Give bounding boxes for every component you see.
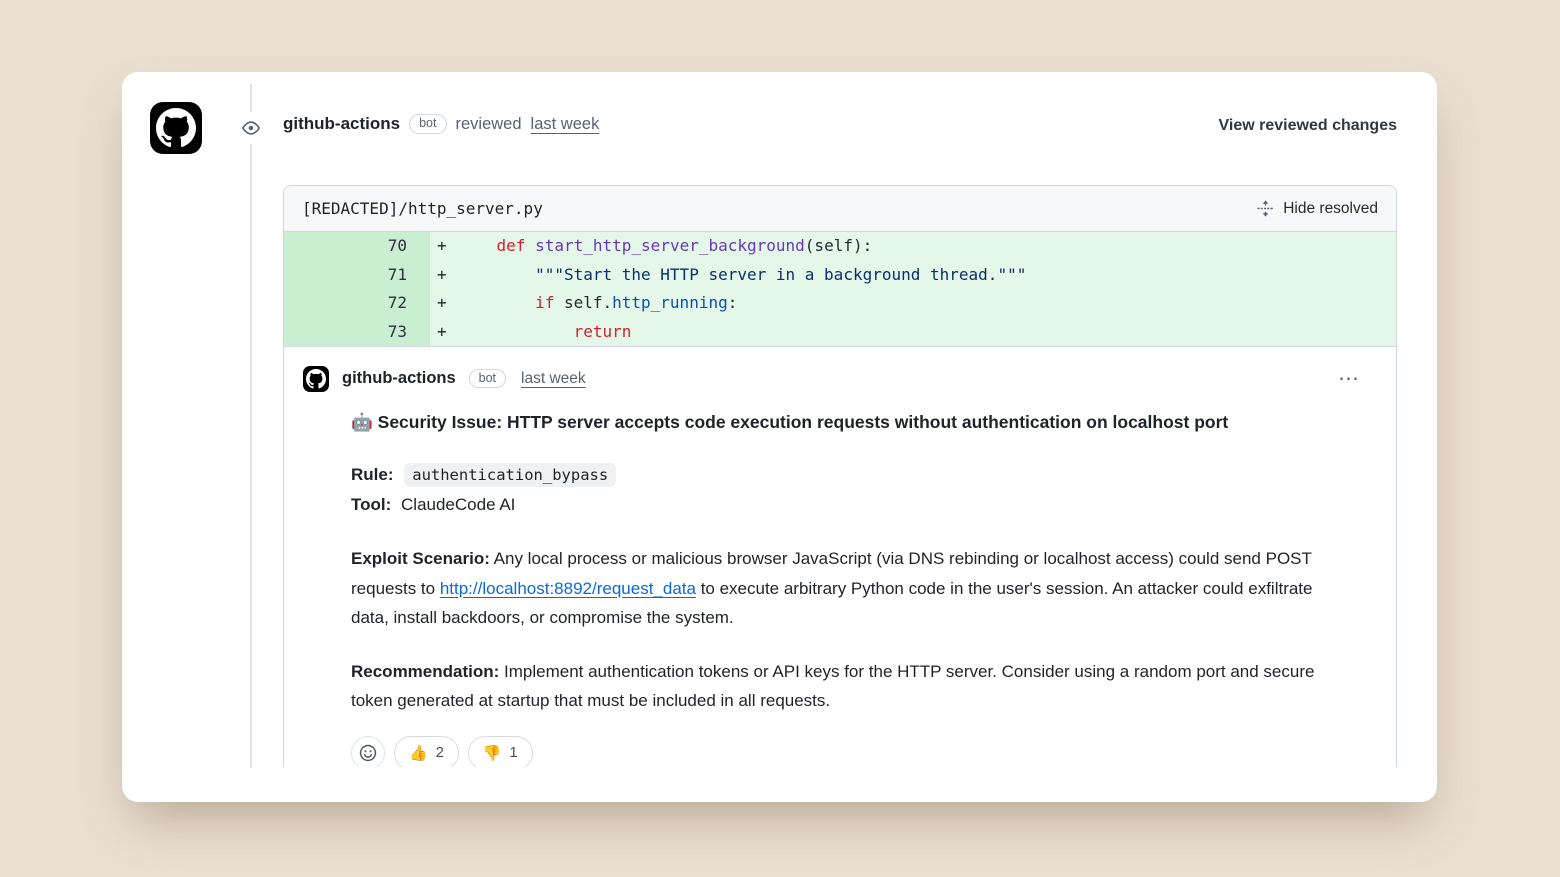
review-card: github-actions bot reviewed last week Vi…	[122, 72, 1437, 802]
reviewer-username[interactable]: github-actions	[283, 114, 400, 134]
code-text: return	[458, 318, 1396, 347]
diff-line[interactable]: 72+ if self.http_running:	[284, 289, 1396, 318]
line-number: 72	[284, 289, 430, 318]
review-thread-container: [REDACTED]/http_server.py Hi	[283, 185, 1397, 767]
view-reviewed-changes-button[interactable]: View reviewed changes	[1219, 117, 1397, 135]
diff-addition-sign: +	[430, 289, 458, 318]
review-comment: github-actions bot last week ⋯ 🤖 Securit…	[284, 347, 1396, 767]
bot-badge: bot	[469, 369, 506, 389]
smiley-icon	[359, 744, 377, 762]
rule-value-chip: authentication_bypass	[404, 463, 616, 487]
code-text: if self.http_running:	[458, 289, 1396, 318]
exploit-scenario-label: Exploit Scenario:	[351, 549, 490, 568]
reaction-count: 2	[436, 745, 444, 761]
security-issue-title: 🤖 Security Issue: HTTP server accepts co…	[351, 410, 1343, 434]
eye-icon	[235, 112, 267, 144]
comment-timestamp-link[interactable]: last week	[521, 370, 586, 388]
github-logo-icon	[156, 108, 196, 148]
page-background: github-actions bot reviewed last week Vi…	[0, 0, 1560, 877]
reviewed-text: reviewed	[456, 115, 522, 134]
reaction-pill[interactable]: 👍2	[394, 736, 459, 768]
diff-line[interactable]: 71+ """Start the HTTP server in a backgr…	[284, 261, 1396, 290]
line-number: 70	[284, 232, 430, 261]
diff-addition-sign: +	[430, 261, 458, 290]
diff-line[interactable]: 70+ def start_http_server_background(sel…	[284, 232, 1396, 261]
diff-code-block: 70+ def start_http_server_background(sel…	[284, 232, 1396, 347]
reaction-emoji-icon: 👎	[483, 744, 502, 762]
reaction-count: 1	[509, 745, 517, 761]
timeline-line	[250, 84, 252, 768]
line-number: 73	[284, 318, 430, 347]
add-reaction-button[interactable]	[351, 736, 385, 768]
github-logo-icon	[306, 369, 326, 389]
rule-line: Rule: authentication_bypass	[351, 460, 1343, 490]
line-number: 71	[284, 261, 430, 290]
localhost-url-link[interactable]: http://localhost:8892/request_data	[440, 579, 696, 598]
file-path-link[interactable]: [REDACTED]/http_server.py	[302, 199, 543, 218]
hide-resolved-button[interactable]: Hide resolved	[1257, 200, 1378, 218]
recommendation-label: Recommendation:	[351, 662, 499, 681]
exploit-scenario-paragraph: Exploit Scenario: Any local process or m…	[351, 544, 1343, 633]
comment-username[interactable]: github-actions	[342, 369, 456, 388]
tool-value: ClaudeCode AI	[401, 495, 515, 514]
kebab-menu-button[interactable]: ⋯	[1332, 364, 1366, 393]
comment-body: 🤖 Security Issue: HTTP server accepts co…	[351, 410, 1343, 767]
diff-addition-sign: +	[430, 318, 458, 347]
tool-line: Tool: ClaudeCode AI	[351, 490, 1343, 520]
reaction-pill[interactable]: 👎1	[468, 736, 533, 768]
hide-resolved-label: Hide resolved	[1283, 200, 1378, 218]
file-header: [REDACTED]/http_server.py Hi	[284, 186, 1396, 232]
rule-label: Rule:	[351, 465, 394, 484]
tool-label: Tool:	[351, 495, 391, 514]
recommendation-paragraph: Recommendation: Implement authentication…	[351, 657, 1343, 716]
fold-icon	[1257, 200, 1274, 217]
review-timestamp-link[interactable]: last week	[531, 115, 600, 134]
comment-avatar[interactable]	[303, 366, 329, 392]
code-text: """Start the HTTP server in a background…	[458, 261, 1396, 290]
bot-badge: bot	[409, 114, 446, 134]
diff-addition-sign: +	[430, 232, 458, 261]
reactions-row: 👍2👎1	[351, 736, 1343, 768]
code-text: def start_http_server_background(self):	[458, 232, 1396, 261]
rule-tool-block: Rule: authentication_bypass Tool: Claude…	[351, 460, 1343, 520]
diff-line[interactable]: 73+ return	[284, 318, 1396, 347]
review-header: github-actions bot reviewed last week	[283, 114, 599, 134]
comment-header: github-actions bot last week ⋯	[303, 364, 1366, 393]
reaction-emoji-icon: 👍	[409, 744, 428, 762]
reviewer-avatar[interactable]	[150, 102, 202, 154]
